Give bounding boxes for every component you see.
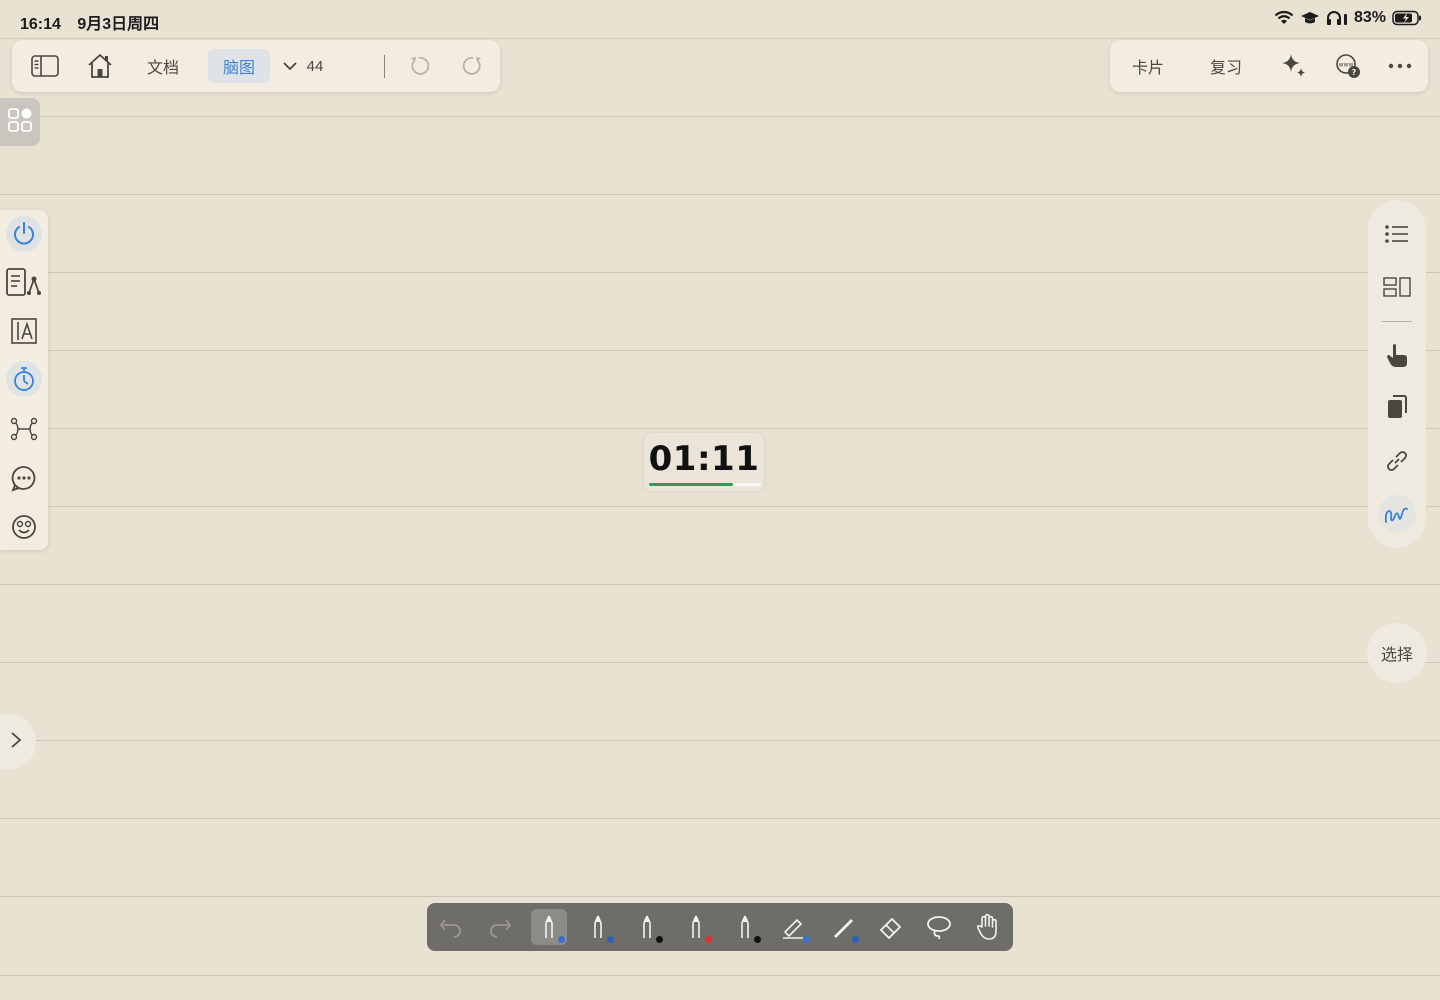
pen-color-dot: [705, 936, 712, 943]
pen-icon[interactable]: [727, 909, 763, 945]
ruled-line: [0, 662, 1440, 663]
sidebar-divider: [1382, 321, 1412, 322]
pointer-hand-icon[interactable]: [1377, 335, 1417, 375]
outline-tree-icon[interactable]: [4, 262, 44, 302]
ruled-line: [0, 272, 1440, 273]
ruled-line: [0, 116, 1440, 117]
undo-icon[interactable]: [433, 909, 469, 945]
layout-icon[interactable]: [1377, 267, 1417, 307]
tab-mindmap[interactable]: 脑图: [208, 49, 270, 83]
chevron-down-icon[interactable]: [278, 40, 302, 92]
status-time: 16:14: [20, 16, 61, 33]
ruled-line: [0, 896, 1440, 897]
pen-icon[interactable]: [629, 909, 665, 945]
timer-progress-fill: [649, 483, 733, 486]
ruled-line: [0, 740, 1440, 741]
right-sidebar: [1368, 200, 1426, 548]
redo-icon[interactable]: [458, 40, 488, 92]
web-search-icon[interactable]: www?: [1330, 40, 1366, 92]
chevron-right-icon: [10, 731, 22, 754]
toolbar-divider: [384, 55, 385, 78]
link-icon[interactable]: [1377, 441, 1417, 481]
pen-color-dot: [558, 936, 565, 943]
ruled-line: [0, 818, 1440, 819]
ai-sparkle-icon[interactable]: [1276, 40, 1312, 92]
ruled-line: [0, 584, 1440, 585]
timer-icon[interactable]: [6, 361, 42, 397]
pen-color-dot: [803, 936, 810, 943]
timer-widget[interactable]: 01:11: [644, 433, 764, 491]
pen-icon[interactable]: [580, 909, 616, 945]
ruled-line: [0, 194, 1440, 195]
top-toolbar: 文档 脑图 44: [12, 40, 500, 92]
pen-color-dot: [852, 936, 859, 943]
timer-value: 01:11: [648, 439, 760, 479]
copy-icon[interactable]: [1377, 387, 1417, 427]
home-icon[interactable]: [82, 40, 118, 92]
eraser-icon[interactable]: [873, 909, 909, 945]
svg-text:?: ?: [1352, 68, 1357, 77]
expand-panel-button[interactable]: [0, 714, 36, 770]
status-time-date: 16:14 9月3日周四: [20, 10, 171, 34]
grid-icon: [7, 107, 33, 138]
select-button[interactable]: 选择: [1367, 623, 1427, 683]
headphones-icon: [1326, 10, 1348, 26]
top-right-toolbar: 卡片 复习 www?: [1110, 40, 1428, 92]
card-button[interactable]: 卡片: [1126, 40, 1170, 92]
timer-progress-track: [649, 483, 761, 486]
text-box-icon[interactable]: [4, 311, 44, 351]
hand-pan-icon[interactable]: [970, 909, 1006, 945]
ruled-line: [0, 975, 1440, 976]
status-indicators: 83%: [1274, 9, 1422, 27]
redo-icon[interactable]: [482, 909, 518, 945]
grid-menu-button[interactable]: [0, 98, 40, 146]
ruled-line: [0, 428, 1440, 429]
pen-color-dot: [656, 936, 663, 943]
count-label: 44: [306, 57, 324, 75]
battery-percent: 83%: [1353, 9, 1386, 26]
left-sidebar: [0, 210, 48, 550]
emoji-icon[interactable]: [4, 507, 44, 547]
review-button[interactable]: 复习: [1204, 40, 1248, 92]
undo-icon[interactable]: [404, 40, 434, 92]
ruled-line: [0, 506, 1440, 507]
pen-icon[interactable]: [531, 909, 567, 945]
tab-document[interactable]: 文档: [140, 40, 186, 92]
chat-bubble-icon[interactable]: [4, 458, 44, 498]
more-icon[interactable]: [1382, 40, 1418, 92]
lasso-icon[interactable]: [921, 909, 957, 945]
list-icon[interactable]: [1377, 214, 1417, 254]
handwriting-icon[interactable]: [1378, 495, 1416, 533]
status-date: 9月3日周四: [77, 16, 160, 33]
pen-color-dot: [754, 936, 761, 943]
pen-icon[interactable]: [678, 909, 714, 945]
graduation-cap-icon: [1300, 10, 1320, 26]
wifi-icon: [1274, 10, 1294, 26]
pen-color-dot: [607, 936, 614, 943]
connections-icon[interactable]: [4, 409, 44, 449]
ruled-line: [0, 350, 1440, 351]
battery-charging-icon: [1392, 10, 1422, 26]
pencil-icon[interactable]: [825, 909, 861, 945]
power-icon[interactable]: [6, 216, 42, 252]
pen-toolbar: [427, 903, 1013, 951]
status-bar: 16:14 9月3日周四 83%: [0, 0, 1440, 39]
highlighter-icon[interactable]: [776, 909, 812, 945]
sidebar-toggle-icon[interactable]: [26, 40, 64, 92]
